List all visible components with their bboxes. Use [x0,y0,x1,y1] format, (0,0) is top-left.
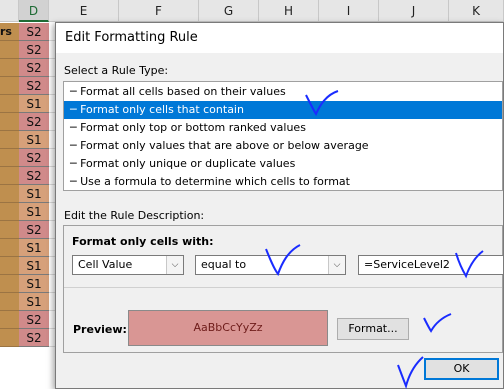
edit-description-label: Edit the Rule Description: [64,209,205,222]
column-d-cell[interactable]: S2 [19,167,49,185]
column-d-cell[interactable]: S2 [19,77,49,95]
rule-type-item[interactable]: ─ Format only unique or duplicate values [64,155,502,173]
operator-dropdown[interactable]: equal to ⌵ [195,255,346,275]
column-d-cell[interactable]: S1 [19,257,49,275]
adjacent-cell[interactable] [0,77,19,95]
rule-type-item[interactable]: ─ Format only values that are above or b… [64,137,502,155]
condition-field-value: Cell Value [78,258,133,271]
rule-type-item[interactable]: ─ Use a formula to determine which cells… [64,173,502,191]
preview-sample: AaBbCcYyZz [128,310,328,346]
column-d-cell[interactable]: S2 [19,221,49,239]
adjacent-cell[interactable] [0,149,19,167]
value-text: =ServiceLevel2 [364,258,450,271]
column-header-h[interactable]: H [259,0,319,22]
rule-type-item[interactable]: ─ Format only top or bottom ranked value… [64,119,502,137]
column-d-cell[interactable]: S2 [19,41,49,59]
column-d-cell[interactable]: S2 [19,329,49,347]
adjacent-cell[interactable] [0,293,19,311]
column-d-cell[interactable]: S2 [19,23,49,41]
adjacent-cell[interactable] [0,41,19,59]
edit-formatting-rule-dialog: Edit Formatting Rule Select a Rule Type:… [55,22,504,389]
adjacent-cell[interactable] [0,131,19,149]
adjacent-cell[interactable] [0,113,19,131]
select-rule-type-label: Select a Rule Type: [64,64,169,77]
column-d-cell[interactable]: S1 [19,131,49,149]
rule-description-panel: Format only cells with: Cell Value ⌵ equ… [63,225,503,353]
column-d-cell[interactable]: S1 [19,239,49,257]
column-header-f[interactable]: F [119,0,199,22]
condition-field-dropdown[interactable]: Cell Value ⌵ [72,255,184,275]
divider [64,287,502,288]
preview-label: Preview: [73,323,127,336]
adjacent-cell[interactable] [0,311,19,329]
column-header-g[interactable]: G [199,0,259,22]
column-d-cell[interactable]: S1 [19,203,49,221]
chevron-down-icon[interactable]: ⌵ [328,256,345,274]
rule-type-list[interactable]: ─ Format all cells based on their values… [63,81,503,191]
column-d-cell[interactable]: S1 [19,95,49,113]
format-only-cells-with-label: Format only cells with: [72,235,214,248]
dialog-title: Edit Formatting Rule [56,23,503,53]
column-d-cell[interactable]: S2 [19,149,49,167]
rule-type-item-selected[interactable]: ─ Format only cells that contain [64,101,502,119]
column-d-cell[interactable]: S1 [19,275,49,293]
adjacent-cell[interactable] [0,167,19,185]
format-button[interactable]: Format... [337,318,409,340]
column-header-e[interactable]: E [49,0,119,22]
operator-value: equal to [201,258,247,271]
adjacent-cell[interactable] [0,275,19,293]
column-d-cell[interactable]: S1 [19,185,49,203]
adjacent-cell[interactable] [0,185,19,203]
chevron-down-icon[interactable]: ⌵ [166,256,183,274]
column-header-j[interactable]: J [379,0,449,22]
column-header-k[interactable]: K [449,0,504,22]
adjacent-cell[interactable] [0,95,19,113]
header-fragment-text: rs [0,25,12,38]
adjacent-cell[interactable] [0,329,19,347]
column-d-cell[interactable]: S2 [19,113,49,131]
rule-type-item[interactable]: ─ Format all cells based on their values [64,83,502,101]
column-d-cell[interactable]: S2 [19,311,49,329]
column-header-d[interactable]: D [19,0,49,22]
adjacent-cell[interactable] [0,257,19,275]
column-d-cell[interactable]: S1 [19,293,49,311]
annotation-checkmark [397,356,424,389]
value-input[interactable]: =ServiceLevel2 [358,255,503,275]
select-all-corner[interactable] [0,0,19,22]
column-d-cell[interactable]: S2 [19,59,49,77]
adjacent-cell[interactable] [0,59,19,77]
ok-button[interactable]: OK [424,358,499,380]
adjacent-cell[interactable] [0,203,19,221]
adjacent-cell[interactable] [0,221,19,239]
adjacent-cell[interactable] [0,239,19,257]
column-header-i[interactable]: I [319,0,379,22]
